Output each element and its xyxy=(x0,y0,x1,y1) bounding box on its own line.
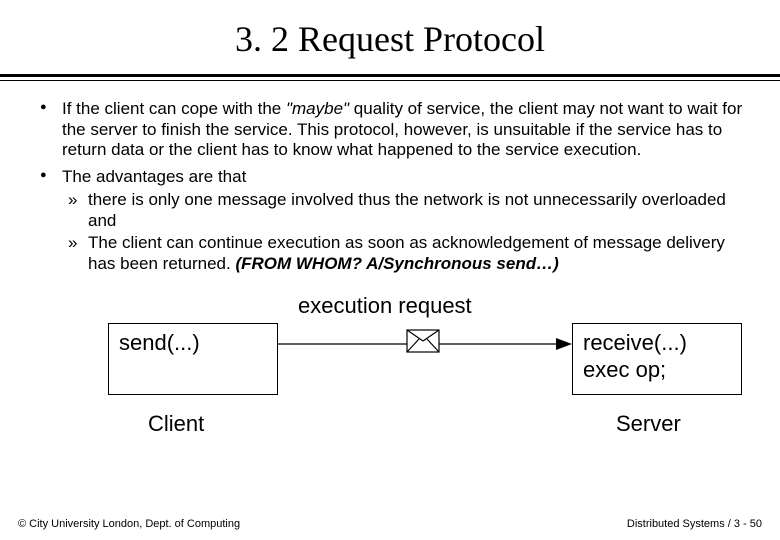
client-box-text: send(...) xyxy=(119,330,200,355)
server-box-line1: receive(...) xyxy=(583,330,687,355)
bullet-1-quote: "maybe" xyxy=(286,99,349,118)
bullet-2-text: The advantages are that xyxy=(62,167,246,186)
title-rule xyxy=(0,74,780,81)
slide-body: If the client can cope with the "maybe" … xyxy=(0,81,780,443)
execution-request-label: execution request xyxy=(298,293,472,320)
bullet-2b: The client can continue execution as soo… xyxy=(62,233,744,274)
slide: 3. 2 Request Protocol If the client can … xyxy=(0,0,780,540)
footer-right: Distributed Systems / 3 - 50 xyxy=(627,518,762,530)
envelope-icon xyxy=(406,329,440,353)
bullet-2a: there is only one message involved thus … xyxy=(62,190,744,231)
slide-title: 3. 2 Request Protocol xyxy=(0,0,780,74)
bullet-1: If the client can cope with the "maybe" … xyxy=(36,99,744,161)
client-box: send(...) xyxy=(108,323,278,395)
bullet-1-pre: If the client can cope with the xyxy=(62,99,286,118)
server-box-line2: exec op; xyxy=(583,357,666,382)
footer-left: © City University London, Dept. of Compu… xyxy=(18,518,240,530)
diagram: execution request send(...) receive(...)… xyxy=(36,293,744,443)
bullet-2b-em: (FROM WHOM? A/Synchronous send…) xyxy=(235,254,558,273)
footer: © City University London, Dept. of Compu… xyxy=(18,518,762,530)
server-label: Server xyxy=(616,411,681,438)
client-label: Client xyxy=(148,411,204,438)
bullet-2: The advantages are that there is only on… xyxy=(36,167,744,275)
server-box: receive(...) exec op; xyxy=(572,323,742,395)
